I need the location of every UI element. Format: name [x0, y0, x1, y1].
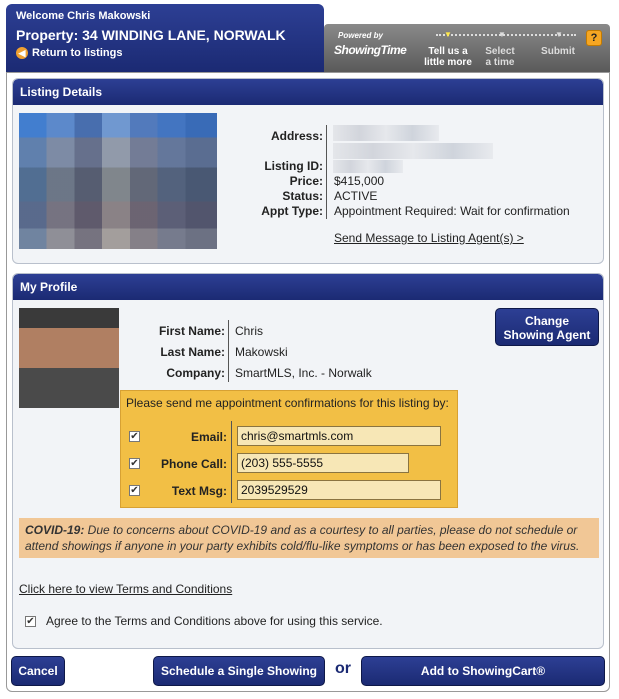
showingtime-progress-bar: Powered by ShowingTime ▼ ▼ ▼ Tell us a l…: [324, 24, 610, 72]
email-checkbox[interactable]: ✔: [129, 431, 140, 442]
email-label: Email:: [190, 430, 227, 444]
return-to-listings-label: Return to listings: [32, 47, 123, 59]
my-profile-title: My Profile: [13, 274, 603, 300]
property-title: Property: 34 WINDING LANE, NORWALK: [16, 27, 286, 43]
text-msg-field[interactable]: 2039529529: [237, 480, 441, 500]
company-label: Company:: [166, 366, 225, 380]
agree-terms-row: ✔ Agree to the Terms and Conditions abov…: [25, 614, 383, 628]
agree-terms-checkbox[interactable]: ✔: [25, 615, 36, 627]
add-to-showingcart-button[interactable]: Add to ShowingCart®: [361, 656, 605, 686]
text-msg-checkbox[interactable]: ✔: [129, 485, 140, 496]
listing-photo: [19, 113, 217, 249]
status-label: Status:: [282, 189, 323, 203]
appt-type-value: Appointment Required: Wait for confirmat…: [334, 204, 570, 218]
price-value: $415,000: [334, 174, 385, 188]
step-tell-us-more: Tell us a little more: [424, 46, 472, 68]
covid-notice: COVID-19: Due to concerns about COVID-19…: [19, 518, 599, 558]
back-arrow-icon: ◀: [16, 47, 28, 59]
step-submit: Submit: [541, 46, 575, 57]
progress-steps: ▼ ▼ ▼ Tell us a little more Select a tim…: [420, 26, 580, 70]
or-separator: or: [335, 660, 351, 677]
help-icon[interactable]: ?: [586, 30, 602, 46]
phone-call-checkbox[interactable]: ✔: [129, 458, 140, 469]
showingtime-logo: ShowingTime: [334, 43, 407, 57]
step-select-time: Select a time: [485, 46, 515, 68]
agree-terms-label: Agree to the Terms and Conditions above …: [46, 614, 383, 628]
first-name-value: Chris: [235, 324, 264, 338]
confirmation-prompt: Please send me appointment confirmations…: [126, 396, 449, 410]
send-message-link[interactable]: Send Message to Listing Agent(s) >: [334, 231, 524, 245]
covid-text: Due to concerns about COVID-19 and as a …: [25, 523, 580, 553]
return-to-listings-link[interactable]: ◀ Return to listings: [16, 47, 314, 59]
step-marker-icon: ▼: [498, 30, 506, 39]
listing-details-title: Listing Details: [13, 79, 603, 105]
last-name-label: Last Name:: [160, 345, 225, 359]
listing-id-redacted: [333, 160, 403, 173]
first-name-label: First Name:: [158, 324, 225, 338]
address-redacted-line2: [333, 143, 493, 159]
covid-label: COVID-19:: [25, 523, 85, 537]
appt-type-label: Appt Type:: [261, 204, 323, 218]
header-banner: Welcome Chris Makowski Property: 34 WIND…: [6, 4, 324, 72]
company-value: SmartMLS, Inc. - Norwalk: [235, 366, 372, 380]
step-marker-icon: ▼: [555, 30, 563, 39]
main-panel: Listing Details Address: Listing ID: Pri…: [6, 72, 610, 692]
powered-by-text: Powered by: [338, 31, 383, 40]
schedule-single-showing-button[interactable]: Schedule a Single Showing: [153, 656, 325, 686]
welcome-text: Welcome Chris Makowski: [16, 10, 151, 22]
last-name-value: Makowski: [235, 345, 288, 359]
text-msg-label: Text Msg:: [171, 484, 227, 498]
terms-conditions-link[interactable]: Click here to view Terms and Conditions: [19, 582, 232, 596]
listing-details-section: Listing Details Address: Listing ID: Pri…: [12, 78, 604, 264]
price-label: Price:: [289, 174, 323, 188]
profile-divider: [228, 320, 229, 382]
address-label: Address:: [270, 129, 323, 143]
confirm-divider: [231, 421, 232, 503]
agent-avatar: [19, 308, 119, 408]
status-value: ACTIVE: [334, 189, 378, 203]
listing-id-label: Listing ID:: [264, 159, 323, 173]
change-showing-agent-button[interactable]: Change Showing Agent: [495, 308, 599, 346]
phone-call-field[interactable]: (203) 555-5555: [237, 453, 409, 473]
address-redacted: [333, 125, 439, 141]
cancel-button[interactable]: Cancel: [11, 656, 65, 686]
confirmation-preferences: Please send me appointment confirmations…: [120, 390, 458, 508]
step-marker-active-icon: ▼: [444, 30, 452, 39]
my-profile-section: My Profile First Name: Chris Last Name: …: [12, 273, 604, 649]
email-field[interactable]: chris@smartmls.com: [237, 426, 441, 446]
detail-divider: [326, 125, 327, 219]
phone-call-label: Phone Call:: [160, 457, 227, 471]
